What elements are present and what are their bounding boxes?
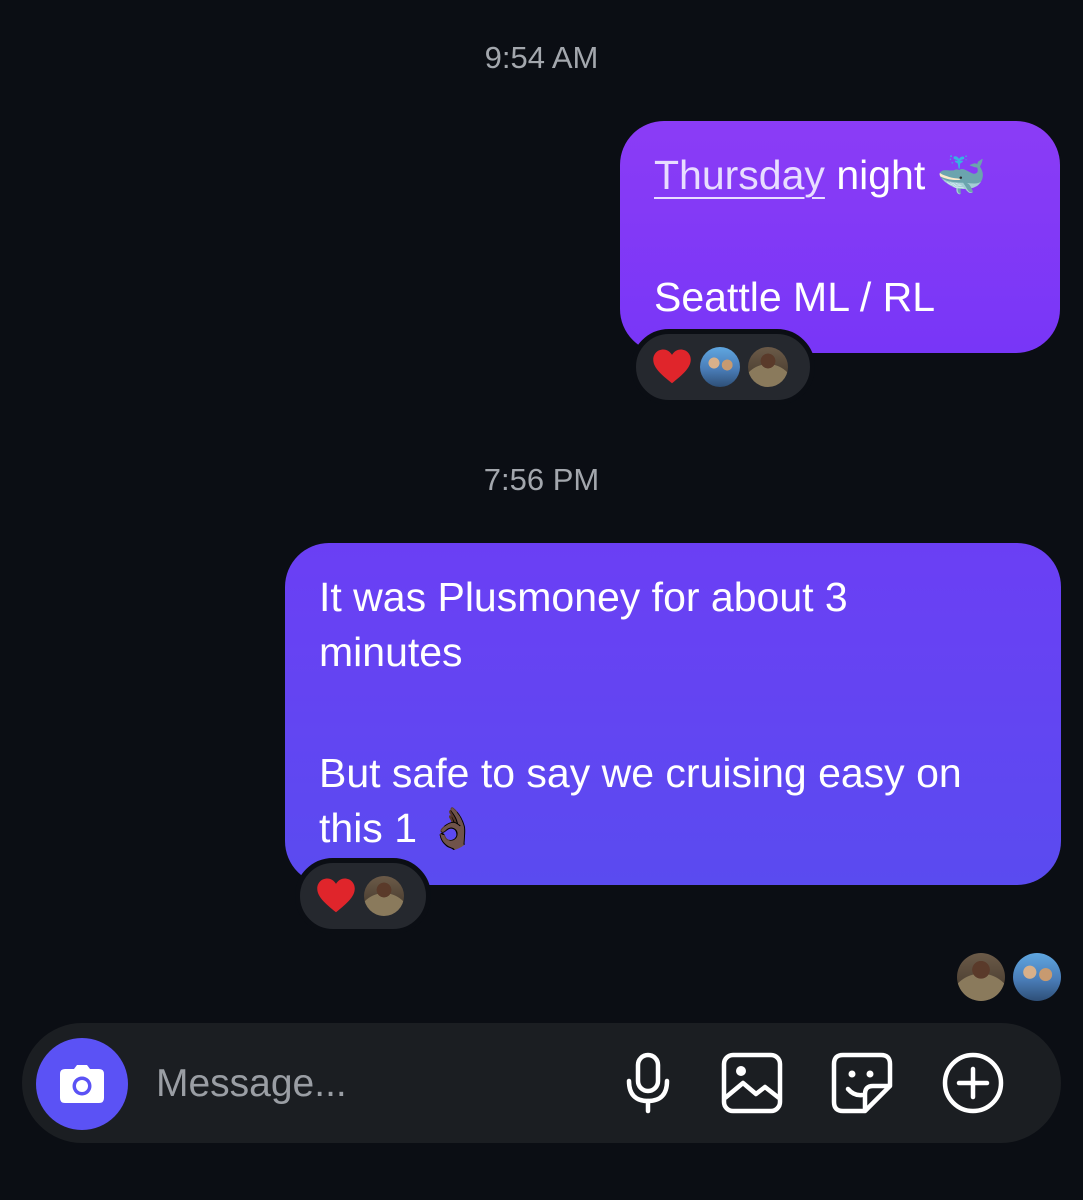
- message-line: Thursday night 🐳: [654, 148, 1026, 204]
- gallery-icon: [721, 1052, 783, 1114]
- avatar: [748, 347, 788, 387]
- microphone-button[interactable]: [614, 1049, 682, 1117]
- message-line: this 1 👌🏿: [319, 801, 1027, 857]
- message-text: But safe to say we cruising easy on: [319, 750, 962, 796]
- seen-by-avatars[interactable]: [957, 953, 1061, 1001]
- reaction-bar[interactable]: [631, 329, 815, 405]
- camera-button[interactable]: [36, 1038, 128, 1130]
- message-composer: [22, 1023, 1061, 1143]
- gallery-button[interactable]: [718, 1049, 786, 1117]
- microphone-icon: [626, 1052, 670, 1114]
- chat-screen: 9:54 AM Thursday night 🐳 Seattle ML / RL…: [0, 0, 1083, 1200]
- avatar: [700, 347, 740, 387]
- message-input[interactable]: [154, 1053, 588, 1115]
- reaction-bar[interactable]: [295, 858, 431, 934]
- camera-icon: [60, 1065, 104, 1103]
- message-text: Seattle ML / RL: [654, 274, 936, 320]
- message-text: minutes: [319, 629, 463, 675]
- whale-emoji: 🐳: [936, 154, 987, 198]
- avatar: [1013, 953, 1061, 1001]
- date-link[interactable]: Thursday: [654, 152, 825, 198]
- more-options-button[interactable]: [939, 1049, 1007, 1117]
- message-bubble[interactable]: It was Plusmoney for about 3 minutes But…: [285, 543, 1061, 885]
- avatar: [364, 876, 404, 916]
- ok-hand-emoji: 👌🏿: [428, 807, 479, 851]
- timestamp: 9:54 AM: [484, 40, 599, 75]
- message-text: It was Plusmoney for about 3: [319, 574, 848, 620]
- message-bubble[interactable]: Thursday night 🐳 Seattle ML / RL: [620, 121, 1060, 353]
- message-text: this 1: [319, 805, 417, 851]
- avatar: [957, 953, 1005, 1001]
- message-text: night: [824, 152, 926, 198]
- plus-icon: [942, 1052, 1004, 1114]
- timestamp: 7:56 PM: [483, 462, 600, 497]
- heart-icon: [317, 878, 355, 913]
- heart-icon: [653, 349, 691, 384]
- sticker-icon: [831, 1052, 893, 1114]
- sticker-button[interactable]: [828, 1049, 896, 1117]
